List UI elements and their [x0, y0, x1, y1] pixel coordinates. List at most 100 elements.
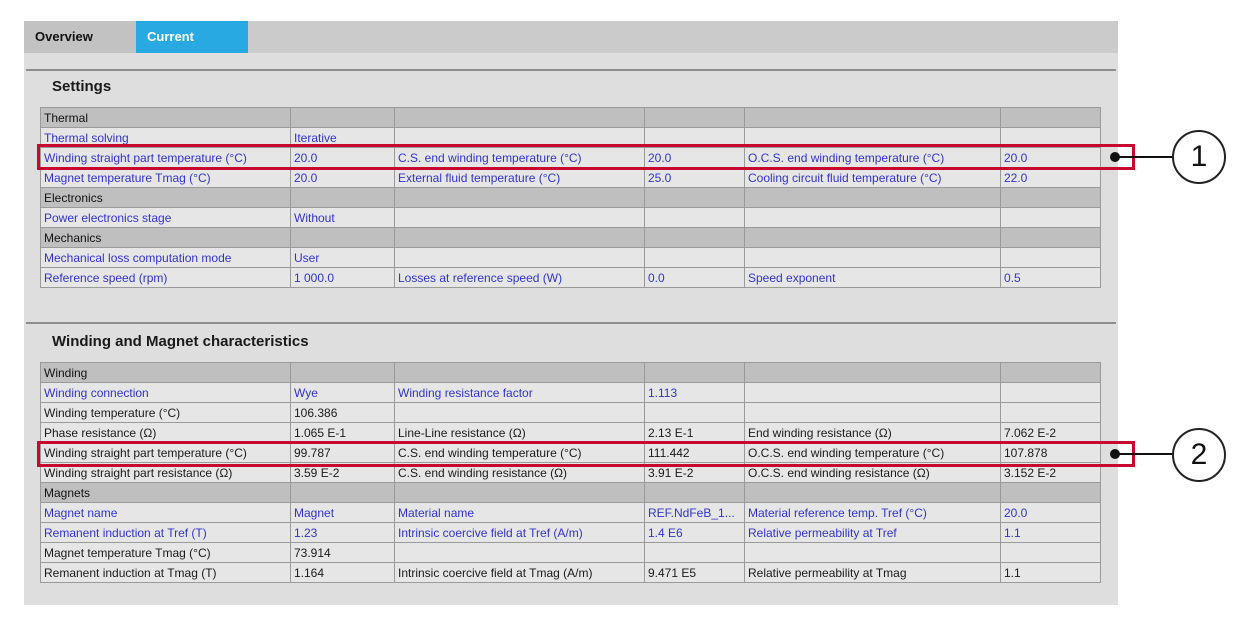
param-value-cell[interactable]: 1.113	[645, 383, 745, 403]
param-label-cell[interactable]: Cooling circuit fluid temperature (°C)	[745, 168, 1001, 188]
param-label-cell: Line-Line resistance (Ω)	[395, 423, 645, 443]
section-label-cell	[745, 108, 1001, 128]
section-label-cell	[291, 483, 395, 503]
section-label-cell	[645, 108, 745, 128]
param-value-cell[interactable]: 0.0	[645, 268, 745, 288]
param-label-cell: Relative permeability at Tmag	[745, 563, 1001, 583]
param-value-cell[interactable]: 20.0	[291, 168, 395, 188]
section-label-cell	[745, 363, 1001, 383]
param-label-cell: End winding resistance (Ω)	[745, 423, 1001, 443]
param-value-cell[interactable]: Without	[291, 208, 395, 228]
section-label-cell	[745, 483, 1001, 503]
empty-cell	[1001, 248, 1101, 268]
param-value-cell[interactable]: 1.1	[1001, 523, 1101, 543]
param-value-cell: 1.065 E-1	[291, 423, 395, 443]
empty-cell	[745, 403, 1001, 423]
settings-section-title: Settings	[52, 78, 111, 95]
table-row: Winding connectionWyeWinding resistance …	[41, 383, 1101, 403]
param-label-cell[interactable]: Magnet name	[41, 503, 291, 523]
param-label-cell[interactable]: Power electronics stage	[41, 208, 291, 228]
param-label-cell[interactable]: Relative permeability at Tref	[745, 523, 1001, 543]
section-label-cell	[1001, 363, 1101, 383]
tab-current[interactable]: Current	[136, 21, 248, 53]
tab-bar: Overview Current	[24, 21, 1118, 53]
section-label-cell	[291, 108, 395, 128]
section-label-cell	[395, 188, 645, 208]
param-value-cell[interactable]: Wye	[291, 383, 395, 403]
table-row: Winding temperature (°C)106.386	[41, 403, 1101, 423]
section-header-row: Mechanics	[41, 228, 1101, 248]
section-divider-top	[26, 69, 1116, 71]
empty-cell	[1001, 383, 1101, 403]
param-value-cell: 73.914	[291, 543, 395, 563]
param-label-cell[interactable]: Remanent induction at Tref (T)	[41, 523, 291, 543]
callout-circle-1: 1	[1172, 130, 1226, 184]
empty-cell	[1001, 403, 1101, 423]
section-label-cell	[395, 108, 645, 128]
param-label-cell[interactable]: Mechanical loss computation mode	[41, 248, 291, 268]
tab-overview[interactable]: Overview	[24, 21, 136, 53]
table-row: Phase resistance (Ω)1.065 E-1Line-Line r…	[41, 423, 1101, 443]
section-header-row: Electronics	[41, 188, 1101, 208]
param-value-cell[interactable]: 22.0	[1001, 168, 1101, 188]
table-row: Magnet nameMagnetMaterial nameREF.NdFeB_…	[41, 503, 1101, 523]
table-row: Magnet temperature Tmag (°C)73.914	[41, 543, 1101, 563]
table-row: Remanent induction at Tmag (T)1.164Intri…	[41, 563, 1101, 583]
section-label-cell	[745, 188, 1001, 208]
section-header-row: Winding	[41, 363, 1101, 383]
section-label-cell	[745, 228, 1001, 248]
param-value-cell[interactable]: Magnet	[291, 503, 395, 523]
param-label-cell[interactable]: Winding connection	[41, 383, 291, 403]
table-row: Power electronics stageWithout	[41, 208, 1101, 228]
param-label-cell[interactable]: Losses at reference speed (W)	[395, 268, 645, 288]
param-value-cell[interactable]: 25.0	[645, 168, 745, 188]
section-label-cell	[395, 363, 645, 383]
section-label-cell	[291, 363, 395, 383]
section-header-row: Magnets	[41, 483, 1101, 503]
section-label-cell	[645, 363, 745, 383]
empty-cell	[1001, 208, 1101, 228]
section-label-cell	[1001, 228, 1101, 248]
param-label-cell[interactable]: Winding resistance factor	[395, 383, 645, 403]
param-value-cell: 1.164	[291, 563, 395, 583]
param-label-cell[interactable]: Speed exponent	[745, 268, 1001, 288]
section-header-row: Thermal	[41, 108, 1101, 128]
param-value-cell[interactable]: 0.5	[1001, 268, 1101, 288]
section-label-cell	[1001, 108, 1101, 128]
param-value-cell[interactable]: User	[291, 248, 395, 268]
empty-cell	[745, 383, 1001, 403]
param-label-cell: Remanent induction at Tmag (T)	[41, 563, 291, 583]
param-label-cell[interactable]: Intrinsic coercive field at Tref (A/m)	[395, 523, 645, 543]
param-label-cell[interactable]: External fluid temperature (°C)	[395, 168, 645, 188]
winding-magnet-section-title: Winding and Magnet characteristics	[52, 333, 309, 350]
param-label-cell: Intrinsic coercive field at Tmag (A/m)	[395, 563, 645, 583]
param-value-cell[interactable]: 1 000.0	[291, 268, 395, 288]
empty-cell	[395, 543, 645, 563]
empty-cell	[395, 248, 645, 268]
param-value-cell: 1.1	[1001, 563, 1101, 583]
empty-cell	[745, 543, 1001, 563]
param-value-cell[interactable]: REF.NdFeB_1...	[645, 503, 745, 523]
section-label-cell: Electronics	[41, 188, 291, 208]
param-label-cell[interactable]: Reference speed (rpm)	[41, 268, 291, 288]
empty-cell	[645, 543, 745, 563]
param-label-cell: Magnet temperature Tmag (°C)	[41, 543, 291, 563]
param-value-cell[interactable]: 1.4 E6	[645, 523, 745, 543]
table-row: Remanent induction at Tref (T)1.23Intrin…	[41, 523, 1101, 543]
param-label-cell: Winding temperature (°C)	[41, 403, 291, 423]
param-label-cell[interactable]: Material reference temp. Tref (°C)	[745, 503, 1001, 523]
section-label-cell	[291, 188, 395, 208]
section-label-cell	[291, 228, 395, 248]
table-row: Reference speed (rpm)1 000.0Losses at re…	[41, 268, 1101, 288]
param-value-cell[interactable]: 20.0	[1001, 503, 1101, 523]
param-value-cell: 9.471 E5	[645, 563, 745, 583]
param-value-cell[interactable]: 1.23	[291, 523, 395, 543]
winding-magnet-table: WindingWinding connectionWyeWinding resi…	[40, 362, 1101, 583]
empty-cell	[395, 208, 645, 228]
callout-line-1	[1119, 156, 1173, 158]
section-label-cell	[1001, 483, 1101, 503]
section-divider-middle	[26, 322, 1116, 324]
empty-cell	[395, 403, 645, 423]
param-label-cell[interactable]: Material name	[395, 503, 645, 523]
param-label-cell[interactable]: Magnet temperature Tmag (°C)	[41, 168, 291, 188]
